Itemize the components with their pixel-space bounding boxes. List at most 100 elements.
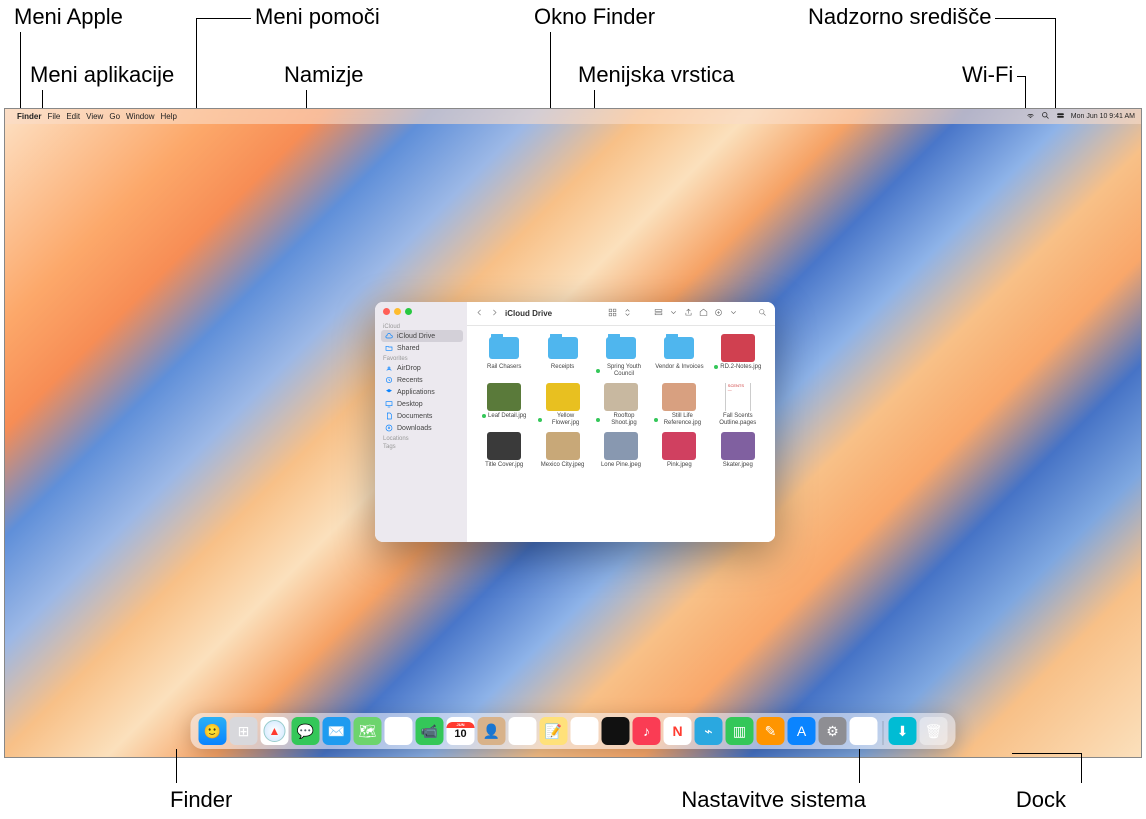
image-thumbnail — [721, 432, 755, 460]
file-label: Lone Pine.jpeg — [601, 462, 641, 469]
dock-numbers[interactable]: ▥ — [726, 717, 754, 745]
file-item[interactable]: Mexico City.jpeg — [535, 432, 589, 469]
datetime[interactable]: Mon Jun 10 9:41 AM — [1071, 113, 1135, 120]
menu-view[interactable]: View — [86, 112, 103, 121]
dock-downloads-stack[interactable]: ⬇ — [889, 717, 917, 745]
dock-calendar[interactable]: JUN10 — [447, 717, 475, 745]
dock-news[interactable]: N — [664, 717, 692, 745]
dock-maps[interactable]: 🗺 — [354, 717, 382, 745]
dock-notes[interactable]: 📝 — [540, 717, 568, 745]
file-item[interactable]: Title Cover.jpg — [477, 432, 531, 469]
sidebar-item-label: iCloud Drive — [397, 333, 435, 340]
file-item[interactable]: Skater.jpeg — [711, 432, 765, 469]
dock-finder[interactable]: 🙂 — [199, 717, 227, 745]
file-item[interactable]: Spring Youth Council — [594, 334, 648, 377]
dock-contacts[interactable]: 👤 — [478, 717, 506, 745]
dock-freeform[interactable]: ✎ — [571, 717, 599, 745]
file-label: Rail Chasers — [487, 364, 521, 371]
dock-reminders[interactable]: ☰ — [509, 717, 537, 745]
sidebar-section-header: Tags — [381, 444, 463, 450]
action-button[interactable] — [714, 308, 723, 319]
share-button[interactable] — [684, 308, 693, 319]
image-thumbnail — [721, 334, 755, 362]
callout-dock: Dock — [1016, 787, 1066, 813]
spotlight-icon[interactable] — [1041, 111, 1050, 122]
tags-button[interactable] — [699, 308, 708, 319]
file-item[interactable]: Still Life Reference.jpg — [652, 383, 706, 426]
file-label: Title Cover.jpg — [485, 462, 523, 469]
finder-window[interactable]: iCloudiCloud DriveSharedFavoritesAirDrop… — [375, 302, 775, 542]
control-center-icon[interactable] — [1056, 111, 1065, 122]
file-item[interactable]: Leaf Detail.jpg — [477, 383, 531, 426]
file-label: Fall Scents Outline.pages — [713, 413, 763, 426]
callout-app-menu: Meni aplikacije — [30, 62, 174, 88]
dock-photos[interactable]: ❀ — [385, 717, 413, 745]
file-label: Receipts — [551, 364, 574, 371]
menu-go[interactable]: Go — [109, 112, 120, 121]
dock-messages[interactable]: 💬 — [292, 717, 320, 745]
forward-button[interactable] — [490, 308, 499, 319]
sidebar-item-desktop[interactable]: Desktop — [381, 398, 463, 410]
sidebar-item-shared[interactable]: Shared — [381, 342, 463, 354]
folder-shared-icon — [385, 344, 393, 352]
chevron-down-icon[interactable] — [669, 308, 678, 319]
sidebar-item-airdrop[interactable]: AirDrop — [381, 362, 463, 374]
zoom-button[interactable] — [405, 308, 412, 315]
chevron-down-icon[interactable] — [729, 308, 738, 319]
file-item[interactable]: Lone Pine.jpeg — [594, 432, 648, 469]
menu-help[interactable]: Help — [160, 112, 176, 121]
image-thumbnail — [546, 432, 580, 460]
tag-dot-icon — [538, 418, 542, 422]
dock-music[interactable]: ♪ — [633, 717, 661, 745]
callout-wifi: Wi-Fi — [962, 62, 1013, 88]
file-item[interactable]: Receipts — [535, 334, 589, 377]
folder-icon — [606, 337, 636, 359]
sidebar-item-icloud-drive[interactable]: iCloud Drive — [381, 330, 463, 342]
file-item[interactable]: Vendor & Invoices — [652, 334, 706, 377]
close-button[interactable] — [383, 308, 390, 315]
finder-toolbar: iCloud Drive — [467, 302, 775, 326]
file-label: Pink.jpeg — [667, 462, 692, 469]
wifi-icon[interactable] — [1026, 111, 1035, 122]
view-icons-button[interactable] — [608, 308, 617, 319]
dock-iphone-mirroring[interactable]: ▮ — [850, 717, 878, 745]
dock-mail[interactable]: ✉️ — [323, 717, 351, 745]
minimize-button[interactable] — [394, 308, 401, 315]
file-label: Mexico City.jpeg — [541, 462, 585, 469]
dock-trash[interactable]: 🗑 — [920, 717, 948, 745]
sidebar-item-recents[interactable]: Recents — [381, 374, 463, 386]
file-item[interactable]: Pink.jpeg — [652, 432, 706, 469]
dock-podcasts[interactable]: ⌁ — [695, 717, 723, 745]
file-label: Vendor & Invoices — [655, 364, 703, 371]
app-menu[interactable]: Finder — [17, 112, 41, 121]
menu-window[interactable]: Window — [126, 112, 154, 121]
menu-file[interactable]: File — [47, 112, 60, 121]
view-options-chevron-icon[interactable] — [623, 308, 632, 319]
dock-facetime[interactable]: 📹 — [416, 717, 444, 745]
search-icon[interactable] — [758, 308, 767, 319]
dock-appstore[interactable]: A — [788, 717, 816, 745]
file-item[interactable]: Rail Chasers — [477, 334, 531, 377]
dock-pages[interactable]: ✎ — [757, 717, 785, 745]
sidebar-item-downloads[interactable]: Downloads — [381, 422, 463, 434]
back-button[interactable] — [475, 308, 484, 319]
desktop[interactable]: Finder File Edit View Go Window Help Mon… — [4, 108, 1142, 758]
file-label: Spring Youth Council — [596, 364, 646, 377]
file-item[interactable]: Yellow Flower.jpg — [535, 383, 589, 426]
menu-edit[interactable]: Edit — [66, 112, 80, 121]
file-item[interactable]: SCENTS—Fall Scents Outline.pages — [711, 383, 765, 426]
download-icon — [385, 424, 393, 432]
sidebar-item-documents[interactable]: Documents — [381, 410, 463, 422]
image-thumbnail — [546, 383, 580, 411]
sidebar-item-applications[interactable]: Applications — [381, 386, 463, 398]
file-item[interactable]: RD.2-Notes.jpg — [711, 334, 765, 377]
image-thumbnail — [604, 383, 638, 411]
finder-sidebar: iCloudiCloud DriveSharedFavoritesAirDrop… — [375, 302, 467, 542]
dock-safari[interactable]: ▲ — [261, 717, 289, 745]
dock-tv[interactable] — [602, 717, 630, 745]
group-button[interactable] — [654, 308, 663, 319]
file-item[interactable]: Rooftop Shoot.jpg — [594, 383, 648, 426]
dock-launchpad[interactable]: ⊞ — [230, 717, 258, 745]
dock-system-settings[interactable]: ⚙︎ — [819, 717, 847, 745]
clock-icon — [385, 376, 393, 384]
